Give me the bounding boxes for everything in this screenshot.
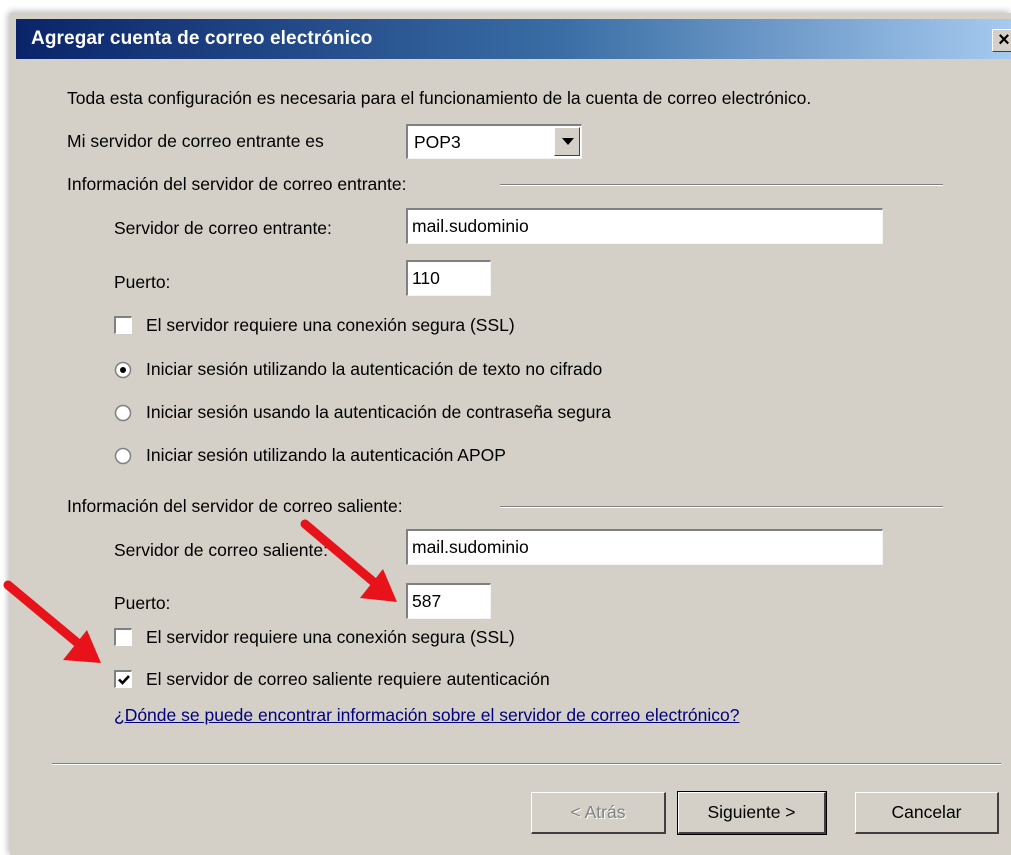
incoming-port-label: Puerto: — [114, 272, 171, 292]
outgoing-auth-checkbox[interactable] — [114, 670, 132, 688]
next-button[interactable]: Siguiente > — [677, 791, 827, 835]
incoming-server-label: Servidor de correo entrante: — [114, 218, 332, 238]
outgoing-auth-label: El servidor de correo saliente requiere … — [146, 669, 550, 689]
close-button[interactable]: × — [992, 29, 1011, 52]
outgoing-port-label: Puerto: — [114, 593, 171, 613]
auth-option-apop-label: Iniciar sesión utilizando la autenticaci… — [146, 445, 506, 465]
auth-radio-plain[interactable] — [114, 361, 132, 379]
cancel-button[interactable]: Cancelar — [855, 792, 999, 834]
chevron-down-icon — [562, 138, 574, 145]
checkmark-icon — [118, 675, 130, 685]
incoming-server-field[interactable] — [406, 208, 883, 244]
back-button[interactable]: < Atrás — [531, 792, 666, 834]
outgoing-ssl-label: El servidor requiere una conexión segura… — [146, 627, 515, 647]
outgoing-server-field[interactable] — [406, 529, 883, 565]
incoming-type-value: POP3 — [414, 132, 461, 152]
incoming-ssl-checkbox[interactable] — [114, 316, 132, 334]
help-link[interactable]: ¿Dónde se puede encontrar información so… — [114, 705, 739, 726]
outgoing-server-label: Servidor de correo saliente: — [114, 540, 328, 560]
incoming-ssl-label: El servidor requiere una conexión segura… — [146, 315, 515, 335]
incoming-type-select[interactable]: POP3 — [406, 124, 582, 159]
button-separator — [52, 763, 1001, 765]
outgoing-ssl-checkbox[interactable] — [114, 628, 132, 646]
auth-radio-secure[interactable] — [114, 404, 132, 422]
incoming-port-field[interactable] — [406, 260, 491, 296]
incoming-type-label: Mi servidor de correo entrante es — [67, 131, 324, 151]
outgoing-group-divider — [500, 506, 943, 508]
intro-text: Toda esta configuración es necesaria par… — [67, 88, 812, 108]
title-bar: Agregar cuenta de correo electrónico × — [16, 19, 1011, 59]
auth-radio-apop[interactable] — [114, 447, 132, 465]
outgoing-port-field[interactable] — [406, 583, 491, 619]
dialog-title: Agregar cuenta de correo electrónico — [31, 28, 373, 49]
close-icon: × — [998, 29, 1010, 51]
incoming-group-label: Información del servidor de correo entra… — [67, 174, 407, 194]
outgoing-group-label: Información del servidor de correo salie… — [67, 496, 403, 516]
auth-option-plain-label: Iniciar sesión utilizando la autenticaci… — [146, 359, 603, 379]
dropdown-button[interactable] — [554, 127, 580, 156]
auth-option-secure-label: Iniciar sesión usando la autenticación d… — [146, 402, 612, 422]
incoming-group-divider — [500, 184, 943, 186]
